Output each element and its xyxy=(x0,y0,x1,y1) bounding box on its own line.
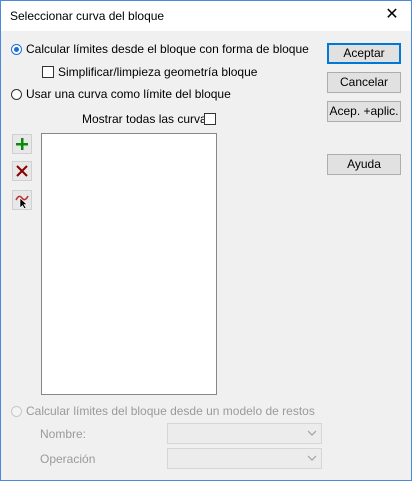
radio-calc-from-block-label[interactable]: Calcular límites desde el bloque con for… xyxy=(26,42,309,56)
curve-list[interactable] xyxy=(41,133,217,395)
accept-apply-button[interactable]: Acep. +aplic. xyxy=(327,101,401,122)
delete-curve-button[interactable] xyxy=(12,161,32,181)
simplify-geometry-checkbox[interactable] xyxy=(42,66,54,78)
add-curve-button[interactable] xyxy=(12,134,32,154)
add-icon xyxy=(16,138,28,150)
simplify-geometry-label[interactable]: Simplificar/limpieza geometría bloque xyxy=(58,65,257,79)
accept-button[interactable]: Aceptar xyxy=(327,43,401,64)
radio-use-curve[interactable] xyxy=(11,89,22,100)
chevron-down-icon xyxy=(307,430,317,436)
pick-curve-button[interactable] xyxy=(12,190,32,210)
show-all-curves-checkbox[interactable] xyxy=(204,113,216,125)
delete-icon xyxy=(16,165,28,177)
dialog-window: Seleccionar curva del bloque ✕ Calcular … xyxy=(0,0,412,481)
operation-label: Operación xyxy=(40,452,96,466)
chevron-down-icon xyxy=(307,455,317,461)
help-button[interactable]: Ayuda xyxy=(327,154,401,175)
cancel-button[interactable]: Cancelar xyxy=(327,72,401,93)
radio-calc-from-remains-label[interactable]: Calcular límites del bloque desde un mod… xyxy=(26,404,315,418)
name-label: Nombre: xyxy=(40,427,87,441)
radio-calc-from-remains[interactable] xyxy=(11,406,22,417)
name-select[interactable] xyxy=(167,423,322,444)
pick-curve-icon xyxy=(15,195,29,208)
title-bar: Seleccionar curva del bloque ✕ xyxy=(1,1,411,31)
radio-use-curve-label[interactable]: Usar una curva como límite del bloque xyxy=(26,87,231,101)
show-all-curves-label[interactable]: Mostrar todas las curvas xyxy=(82,112,213,126)
radio-calc-from-block[interactable] xyxy=(11,44,22,55)
close-icon[interactable]: ✕ xyxy=(381,5,403,27)
window-title: Seleccionar curva del bloque xyxy=(10,9,165,23)
operation-select[interactable] xyxy=(167,448,322,469)
